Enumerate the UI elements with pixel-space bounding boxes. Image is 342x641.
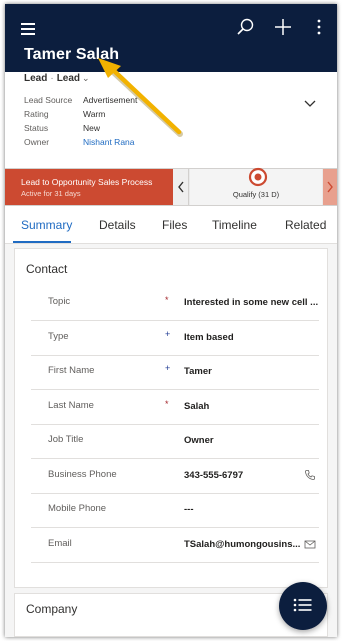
chevron-left-icon bbox=[178, 181, 184, 193]
stage-prev-button[interactable] bbox=[173, 169, 189, 205]
field-label: Job Title bbox=[48, 434, 84, 445]
field-label: Email bbox=[48, 538, 72, 549]
field-row-first-name[interactable]: First Name + Tamer bbox=[31, 355, 319, 390]
chevron-right-icon bbox=[327, 181, 333, 193]
recommended-marker: + bbox=[165, 329, 171, 339]
form-tabs: Summary Details Files Timeline Related bbox=[5, 208, 337, 244]
field-row-topic[interactable]: Topic * Interested in some new cell ... bbox=[31, 286, 319, 321]
entity-name: Lead bbox=[24, 73, 48, 84]
phone-icon[interactable] bbox=[304, 469, 316, 481]
field-value[interactable]: TSalah@humongousins... bbox=[184, 539, 300, 550]
tab-timeline[interactable]: Timeline bbox=[212, 218, 257, 232]
section-title: Contact bbox=[26, 262, 68, 276]
field-label: Mobile Phone bbox=[48, 503, 107, 514]
command-fab-button[interactable] bbox=[279, 582, 327, 630]
separator-dot: · bbox=[50, 73, 54, 84]
active-stage-icon bbox=[248, 167, 268, 187]
tab-related[interactable]: Related bbox=[285, 218, 326, 232]
field-label: Owner bbox=[24, 137, 50, 147]
stage-qualify[interactable]: Qualify (31 D) bbox=[190, 167, 322, 205]
header-fields: Lead Source Advertisement Rating Warm St… bbox=[24, 95, 137, 151]
field-row-email[interactable]: Email TSalah@humongousins... bbox=[31, 528, 319, 563]
section-title: Company bbox=[26, 602, 78, 616]
entity-form-selector[interactable]: Lead · Lead ⌄ bbox=[24, 73, 90, 84]
field-label: Rating bbox=[24, 109, 49, 119]
field-label: Status bbox=[24, 123, 49, 133]
stage-next-button[interactable] bbox=[323, 169, 337, 205]
tab-details[interactable]: Details bbox=[99, 218, 136, 232]
field-row-last-name[interactable]: Last Name * Salah bbox=[31, 390, 319, 425]
field-label: Business Phone bbox=[48, 469, 117, 480]
tab-files[interactable]: Files bbox=[162, 218, 187, 232]
expand-header-chevron-icon[interactable] bbox=[303, 99, 317, 109]
field-value: Advertisement bbox=[83, 95, 138, 105]
header-field-status: Status New bbox=[24, 123, 137, 137]
owner-link[interactable]: Nishant Rana bbox=[83, 137, 135, 151]
form-body[interactable]: Contact Topic * Interested in some new c… bbox=[5, 244, 337, 637]
required-marker: * bbox=[165, 399, 169, 409]
field-row-business-phone[interactable]: Business Phone 343-555-6797 bbox=[31, 459, 319, 494]
header-field-owner: Owner Nishant Rana bbox=[24, 137, 137, 151]
field-label: Lead Source bbox=[24, 95, 73, 105]
chevron-down-icon[interactable]: ⌄ bbox=[82, 73, 90, 83]
app-frame: Tamer Salah Lead · Lead ⌄ Lead Source Adver… bbox=[5, 4, 337, 637]
field-value: New bbox=[83, 123, 101, 133]
field-row-type[interactable]: Type + Item based bbox=[31, 321, 319, 356]
form-name: Lead bbox=[56, 73, 81, 84]
field-value[interactable]: Salah bbox=[184, 401, 209, 412]
app-header: Tamer Salah bbox=[5, 4, 337, 72]
list-icon bbox=[293, 598, 312, 612]
active-tab-indicator bbox=[13, 241, 71, 243]
plus-icon[interactable] bbox=[272, 16, 294, 38]
header-field-lead-source: Lead Source Advertisement bbox=[24, 95, 137, 109]
field-value: Warm bbox=[83, 109, 106, 119]
process-name: Lead to Opportunity Sales Process bbox=[21, 177, 153, 187]
contact-section: Contact Topic * Interested in some new c… bbox=[14, 248, 328, 588]
search-icon[interactable] bbox=[234, 16, 256, 38]
tab-summary[interactable]: Summary bbox=[21, 218, 72, 232]
field-value[interactable]: Interested in some new cell ... bbox=[184, 297, 318, 308]
record-title: Tamer Salah bbox=[24, 46, 120, 63]
field-label: Topic bbox=[48, 296, 71, 307]
hamburger-icon[interactable] bbox=[21, 23, 35, 35]
process-name-panel[interactable]: Lead to Opportunity Sales Process Active… bbox=[5, 169, 173, 205]
recommended-marker: + bbox=[165, 363, 171, 373]
email-icon[interactable] bbox=[304, 538, 316, 550]
field-row-mobile-phone[interactable]: Mobile Phone --- bbox=[31, 493, 319, 528]
field-label: Type bbox=[48, 331, 69, 342]
business-process-flow: Lead to Opportunity Sales Process Active… bbox=[5, 167, 337, 206]
field-value[interactable]: Item based bbox=[184, 332, 234, 343]
field-value[interactable]: Owner bbox=[184, 435, 214, 446]
field-label: First Name bbox=[48, 365, 95, 376]
process-active-duration: Active for 31 days bbox=[21, 189, 81, 198]
field-value[interactable]: --- bbox=[184, 504, 194, 515]
stage-label: Qualify (31 D) bbox=[232, 190, 280, 199]
more-vertical-icon[interactable] bbox=[308, 16, 330, 38]
field-label: Last Name bbox=[48, 400, 94, 411]
field-value[interactable]: 343-555-6797 bbox=[184, 470, 243, 481]
field-row-job-title[interactable]: Job Title Owner bbox=[31, 424, 319, 459]
required-marker: * bbox=[165, 295, 169, 305]
header-field-rating: Rating Warm bbox=[24, 109, 137, 123]
field-value[interactable]: Tamer bbox=[184, 366, 212, 377]
